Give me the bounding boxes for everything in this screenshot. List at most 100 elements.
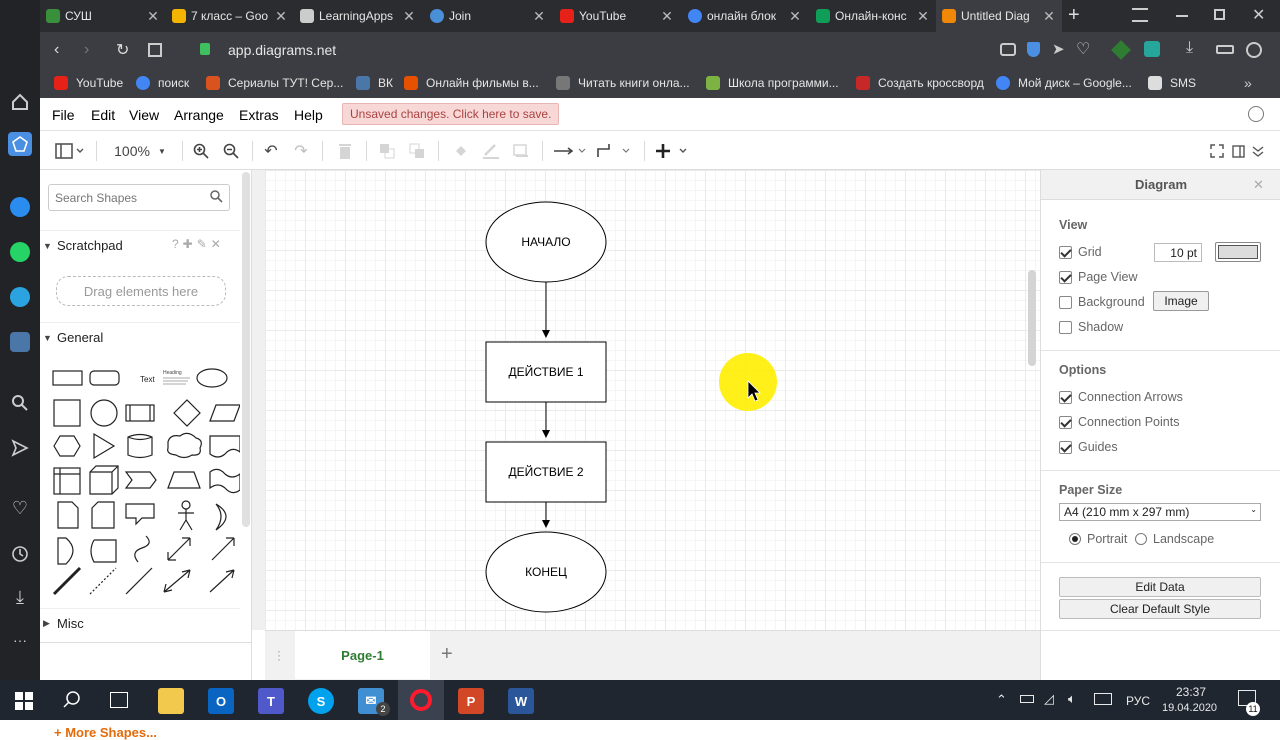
extension-2-icon[interactable] — [1144, 41, 1160, 57]
send-icon[interactable] — [8, 436, 32, 460]
shadow-checkbox[interactable]: Shadow — [1059, 320, 1123, 334]
connection-points-checkbox[interactable]: Connection Points — [1059, 415, 1179, 429]
scratchpad-actions-icon[interactable]: ?✚✎✕ — [172, 237, 225, 251]
close-tab-icon[interactable]: ✕ — [272, 8, 290, 25]
new-tab-icon[interactable]: + — [1068, 4, 1080, 27]
powerpoint-icon[interactable]: P — [458, 688, 484, 714]
clock-time[interactable]: 23:37 — [1176, 685, 1206, 699]
to-back-icon[interactable] — [406, 140, 428, 162]
bookmark-6[interactable]: Школа программи... — [706, 68, 839, 98]
more-shapes-button[interactable]: + More Shapes... — [54, 725, 157, 740]
sidebar-scrollbar[interactable] — [242, 172, 250, 527]
tab-1[interactable]: 7 класс – Goo ✕ — [166, 0, 294, 32]
menu-view[interactable]: View — [129, 107, 159, 123]
tab-3[interactable]: Join ✕ — [424, 0, 552, 32]
bookmark-5[interactable]: Читать книги онла... — [556, 68, 690, 98]
background-image-button[interactable]: Image — [1153, 291, 1209, 311]
bookmark-7[interactable]: Создать кроссворд — [856, 68, 984, 98]
to-front-icon[interactable] — [376, 140, 398, 162]
close-tab-icon[interactable]: ✕ — [144, 8, 162, 25]
tab-5[interactable]: онлайн блок ✕ — [682, 0, 808, 32]
file-explorer-icon[interactable] — [158, 688, 184, 714]
edit-data-button[interactable]: Edit Data — [1059, 577, 1261, 597]
bookmark-0[interactable]: YouTube — [54, 68, 123, 98]
task-view-icon[interactable] — [110, 692, 128, 708]
close-tab-icon[interactable]: ✕ — [914, 8, 932, 25]
tray-chevron-icon[interactable]: ⌃ — [996, 692, 1007, 708]
tabs-grid-icon[interactable] — [148, 43, 162, 57]
tab-7-active[interactable]: Untitled Diag ✕ — [936, 0, 1062, 32]
shield-icon[interactable] — [1027, 42, 1040, 57]
tab-6[interactable]: Онлайн-конс ✕ — [810, 0, 936, 32]
waypoints-icon[interactable] — [596, 140, 632, 162]
misc-section[interactable]: ▶ Misc — [40, 608, 240, 638]
redo-icon[interactable]: ↷ — [290, 140, 312, 162]
menu-file[interactable]: File — [52, 107, 75, 123]
bookmark-3[interactable]: ВК — [356, 68, 393, 98]
paper-size-select[interactable]: A4 (210 mm x 297 mm) ⌄ — [1059, 503, 1261, 521]
landscape-radio[interactable]: Landscape — [1135, 532, 1214, 546]
insert-plus-icon[interactable] — [654, 140, 690, 162]
keyboard-icon[interactable] — [1094, 693, 1112, 705]
search-icon[interactable] — [210, 190, 223, 203]
grid-size-input[interactable]: 10 pt — [1154, 243, 1202, 262]
pages-menu-icon[interactable]: · · · — [277, 645, 281, 665]
panel-toggle-icon[interactable] — [1230, 140, 1246, 162]
bookmark-1[interactable]: поиск — [136, 68, 189, 98]
language-globe-icon[interactable] — [1248, 106, 1264, 122]
clock-date[interactable]: 19.04.2020 — [1162, 702, 1217, 714]
battery-icon[interactable] — [1216, 45, 1234, 54]
diagram-canvas[interactable]: НАЧАЛО ДЕЙСТВИЕ 1 ДЕЙСТВИЕ 2 КОНЕЦ — [265, 170, 1040, 638]
close-window-icon[interactable]: ✕ — [1252, 5, 1265, 25]
canvas-vertical-scrollbar[interactable] — [1028, 270, 1036, 366]
grid-checkbox[interactable]: Grid — [1059, 245, 1102, 259]
fullscreen-icon[interactable] — [1208, 140, 1226, 162]
connection-arrows-checkbox[interactable]: Connection Arrows — [1059, 390, 1183, 404]
close-tab-icon[interactable]: ✕ — [786, 8, 804, 25]
collapse-icon[interactable] — [1250, 140, 1266, 162]
general-shapes-palette[interactable]: Text Heading — [50, 362, 240, 602]
bookmark-8[interactable]: Мой диск – Google... — [996, 68, 1132, 98]
messenger-icon[interactable] — [8, 195, 32, 219]
bookmark-4[interactable]: Онлайн фильмы в... — [404, 68, 539, 98]
tab-2[interactable]: LearningApps ✕ — [294, 0, 422, 32]
menu-help[interactable]: Help — [294, 107, 323, 123]
grid-color-button[interactable] — [1215, 242, 1261, 262]
search-shapes-input[interactable]: Search Shapes — [48, 184, 230, 211]
battery-icon[interactable] — [1020, 695, 1034, 703]
zoom-dropdown[interactable]: 100% ▼ — [110, 140, 170, 162]
word-icon[interactable]: W — [508, 688, 534, 714]
forward-icon[interactable]: › — [84, 41, 89, 59]
maximize-icon[interactable] — [1214, 9, 1225, 20]
menu-arrange[interactable]: Arrange — [174, 107, 224, 123]
outlook-icon[interactable]: O — [208, 688, 234, 714]
url-field[interactable]: app.diagrams.net — [228, 42, 336, 58]
portrait-radio[interactable]: Portrait — [1069, 532, 1127, 546]
scratchpad-drop-zone[interactable]: Drag elements here — [56, 276, 226, 306]
history-icon[interactable] — [8, 542, 32, 566]
shadow-icon[interactable] — [510, 140, 532, 162]
vk-icon[interactable] — [8, 330, 32, 354]
menu-edit[interactable]: Edit — [91, 107, 115, 123]
profile-icon[interactable] — [1246, 42, 1262, 58]
close-tab-icon[interactable]: ✕ — [1040, 8, 1058, 25]
bookmark-9[interactable]: SMS — [1148, 68, 1196, 98]
connection-style-icon[interactable] — [552, 140, 588, 162]
minimize-icon[interactable] — [1176, 15, 1188, 17]
close-panel-icon[interactable]: ✕ — [1253, 177, 1264, 193]
speed-dial-icon[interactable] — [8, 132, 32, 156]
page-view-checkbox[interactable]: Page View — [1059, 270, 1138, 284]
camera-icon[interactable] — [1000, 43, 1016, 56]
undo-icon[interactable]: ↶ — [260, 140, 282, 162]
menu-extras[interactable]: Extras — [239, 107, 279, 123]
close-tab-icon[interactable]: ✕ — [400, 8, 418, 25]
volume-icon[interactable]: 🔈︎ — [1068, 691, 1076, 707]
teams-icon[interactable]: T — [258, 688, 284, 714]
more-bookmarks-icon[interactable]: » — [1244, 68, 1252, 98]
zoom-in-icon[interactable] — [190, 140, 212, 162]
downloads-icon[interactable]: ⤓ — [8, 585, 32, 609]
search-icon[interactable] — [8, 391, 32, 415]
text-shape-icon[interactable]: Text — [140, 375, 155, 384]
bookmark-2[interactable]: Сериалы ТУТ! Сер... — [206, 68, 343, 98]
heading-shape-icon[interactable]: Heading — [163, 370, 182, 376]
